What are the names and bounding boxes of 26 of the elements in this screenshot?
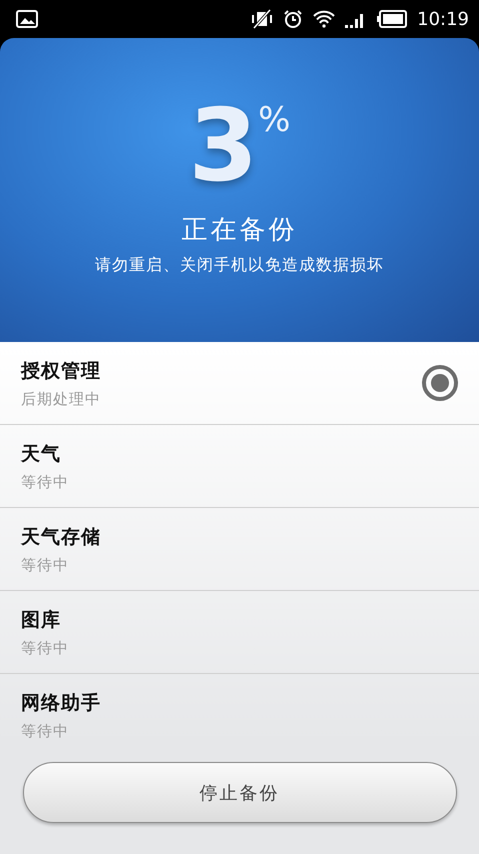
vibrate-off-icon xyxy=(251,9,274,29)
item-status: 等待中 xyxy=(21,722,70,740)
item-name: 授权管理 xyxy=(21,358,102,384)
list-row[interactable]: 图库 等待中 xyxy=(0,591,479,674)
item-status: 等待中 xyxy=(21,472,70,492)
clock: 10:19 xyxy=(417,8,469,30)
percent-sign: % xyxy=(258,100,290,140)
list-row[interactable]: 网络助手 等待中 xyxy=(0,674,479,740)
item-name: 图库 xyxy=(21,608,62,632)
item-status: 等待中 xyxy=(21,556,70,574)
item-status: 等待中 xyxy=(21,638,70,658)
item-name: 天气存储 xyxy=(21,524,102,550)
item-status: 后期处理中 xyxy=(21,390,102,408)
list-row[interactable]: 天气存储 等待中 xyxy=(0,508,479,591)
alarm-icon xyxy=(283,9,304,29)
stop-backup-button[interactable]: 停止备份 xyxy=(22,762,456,823)
battery-icon xyxy=(377,10,408,28)
image-icon xyxy=(16,10,38,28)
progress-title: 正在备份 xyxy=(182,214,298,247)
item-name: 天气 xyxy=(21,442,62,466)
item-name: 网络助手 xyxy=(21,690,102,716)
list-row[interactable]: 天气 等待中 xyxy=(0,425,479,508)
wifi-icon xyxy=(313,10,336,28)
list-row[interactable]: 授权管理 后期处理中 xyxy=(0,342,479,425)
progress-value: 3 xyxy=(188,96,258,196)
warning-text: 请勿重启、关闭手机以免造成数据损坏 xyxy=(95,255,384,276)
